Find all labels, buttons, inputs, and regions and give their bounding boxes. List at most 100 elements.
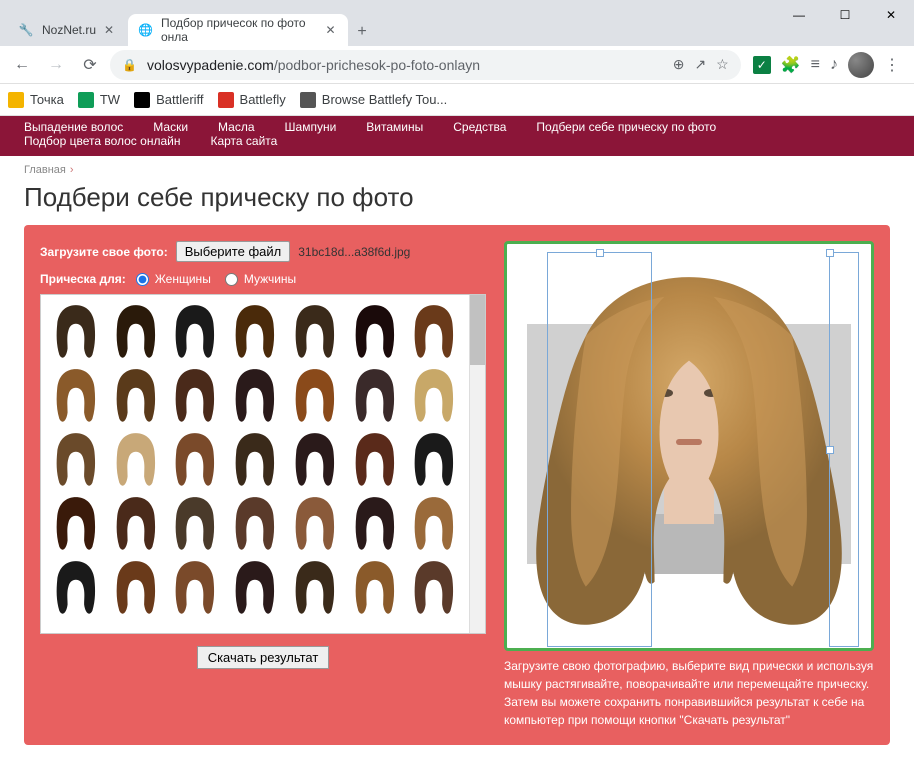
hairstyle-thumbnail[interactable] bbox=[166, 365, 224, 427]
hairstyle-thumbnail[interactable] bbox=[346, 365, 404, 427]
hairstyle-thumbnail[interactable] bbox=[47, 557, 105, 619]
nav-link[interactable]: Маски bbox=[153, 120, 188, 134]
hairstyle-thumbnail[interactable] bbox=[166, 429, 224, 491]
breadcrumb-home[interactable]: Главная bbox=[24, 164, 66, 176]
chevron-right-icon: › bbox=[70, 164, 74, 176]
hairstyle-thumbnail[interactable] bbox=[107, 365, 165, 427]
reload-button[interactable]: ⟳ bbox=[76, 51, 104, 79]
nav-link[interactable]: Выпадение волос bbox=[24, 120, 123, 134]
hairstyle-thumbnail[interactable] bbox=[107, 493, 165, 555]
extension-music-icon[interactable]: ♪ bbox=[830, 56, 838, 74]
profile-avatar[interactable] bbox=[848, 52, 874, 78]
hairstyle-thumbnail[interactable] bbox=[405, 557, 463, 619]
hairstyle-thumbnail[interactable] bbox=[166, 493, 224, 555]
hairstyle-grid bbox=[41, 295, 469, 633]
hairstyle-thumbnail[interactable] bbox=[286, 365, 344, 427]
hairstyle-thumbnail[interactable] bbox=[47, 493, 105, 555]
selection-right[interactable] bbox=[829, 252, 859, 647]
hairstyle-thumbnail[interactable] bbox=[346, 493, 404, 555]
close-window-button[interactable]: ✕ bbox=[868, 0, 914, 30]
maximize-button[interactable]: ☐ bbox=[822, 0, 868, 30]
nav-link[interactable]: Средства bbox=[453, 120, 506, 134]
radio-women[interactable] bbox=[136, 273, 149, 286]
nav-link[interactable]: Шампуни bbox=[285, 120, 337, 134]
instructions-text: Загрузите свою фотографию, выберите вид … bbox=[504, 657, 874, 729]
upload-label: Загрузите свое фото: bbox=[40, 245, 168, 259]
hairstyle-thumbnail[interactable] bbox=[405, 365, 463, 427]
hairstyle-thumbnail[interactable] bbox=[226, 429, 284, 491]
hairstyle-thumbnail[interactable] bbox=[346, 429, 404, 491]
extension-list-icon[interactable]: ≡ bbox=[811, 56, 820, 74]
forward-button[interactable]: → bbox=[42, 51, 70, 79]
nav-link[interactable]: Карта сайта bbox=[210, 134, 277, 148]
close-icon[interactable]: ✕ bbox=[326, 23, 339, 37]
tab-strip: 🔧 NozNet.ru ✕ 🌐 Подбор причесок по фото … bbox=[0, 10, 914, 46]
close-icon[interactable]: ✕ bbox=[104, 23, 118, 37]
hairstyle-thumbnail[interactable] bbox=[107, 557, 165, 619]
bookmarks-bar: Точка TW Battleriff Battlefly Browse Bat… bbox=[0, 84, 914, 116]
label-women[interactable]: Женщины bbox=[155, 272, 211, 286]
search-icon[interactable]: ⊕ bbox=[673, 56, 685, 73]
bookmark-tochka[interactable]: Точка bbox=[8, 92, 64, 108]
hairstyle-thumbnail[interactable] bbox=[107, 301, 165, 363]
hairstyle-thumbnail[interactable] bbox=[286, 493, 344, 555]
radio-men[interactable] bbox=[225, 273, 238, 286]
tab-title: Подбор причесок по фото онла bbox=[161, 16, 318, 44]
hairstyle-thumbnail[interactable] bbox=[405, 493, 463, 555]
back-button[interactable]: ← bbox=[8, 51, 36, 79]
hairstyle-thumbnail[interactable] bbox=[226, 493, 284, 555]
menu-icon[interactable]: ⋮ bbox=[884, 55, 900, 75]
bookmark-battleriff[interactable]: Battleriff bbox=[134, 92, 203, 108]
bookmark-battlefy-tour[interactable]: Browse Battlefy Tou... bbox=[300, 92, 448, 108]
hairstyle-thumbnail[interactable] bbox=[286, 301, 344, 363]
tab-title: NozNet.ru bbox=[42, 23, 96, 37]
hairstyle-thumbnail[interactable] bbox=[405, 429, 463, 491]
preview-canvas[interactable] bbox=[504, 241, 874, 651]
url-path: /podbor-prichesok-po-foto-onlayn bbox=[274, 57, 480, 73]
grid-scrollbar[interactable] bbox=[469, 295, 485, 633]
hairstyle-thumbnail[interactable] bbox=[346, 301, 404, 363]
hairstyle-thumbnail[interactable] bbox=[107, 429, 165, 491]
download-result-button[interactable]: Скачать результат bbox=[197, 646, 330, 669]
hairstyle-thumbnail[interactable] bbox=[47, 365, 105, 427]
hairstyle-thumbnail[interactable] bbox=[47, 429, 105, 491]
extension-puzzle-icon[interactable]: 🧩 bbox=[781, 55, 801, 75]
star-icon[interactable]: ☆ bbox=[716, 56, 729, 73]
label-men[interactable]: Мужчины bbox=[244, 272, 296, 286]
tab-noznet[interactable]: 🔧 NozNet.ru ✕ bbox=[8, 14, 128, 46]
nav-link[interactable]: Подбор цвета волос онлайн bbox=[24, 134, 180, 148]
site-navigation: Выпадение волос Маски Масла Шампуни Витамины… bbox=[0, 116, 914, 156]
wrench-icon: 🔧 bbox=[18, 22, 34, 38]
nav-link[interactable]: Подбери себе прическу по фото bbox=[536, 120, 716, 134]
hairstyle-thumbnail[interactable] bbox=[346, 557, 404, 619]
hairstyle-thumbnail[interactable] bbox=[166, 301, 224, 363]
url-domain: volosvypadenie.com bbox=[147, 57, 274, 73]
scrollbar-thumb[interactable] bbox=[470, 295, 485, 365]
minimize-button[interactable]: — bbox=[776, 0, 822, 30]
bookmark-battlefly[interactable]: Battlefly bbox=[218, 92, 286, 108]
lock-icon: 🔒 bbox=[122, 58, 137, 72]
browser-toolbar: ← → ⟳ 🔒 volosvypadenie.com/podbor-priche… bbox=[0, 46, 914, 84]
address-bar[interactable]: 🔒 volosvypadenie.com/podbor-prichesok-po… bbox=[110, 50, 741, 80]
globe-icon: 🌐 bbox=[138, 22, 153, 38]
hairstyle-thumbnail[interactable] bbox=[166, 557, 224, 619]
hairstyle-thumbnail[interactable] bbox=[286, 557, 344, 619]
bookmark-tw[interactable]: TW bbox=[78, 92, 120, 108]
hairstyle-thumbnail[interactable] bbox=[47, 301, 105, 363]
hairstyle-thumbnail[interactable] bbox=[226, 365, 284, 427]
breadcrumb: Главная › bbox=[24, 164, 890, 176]
hairstyle-thumbnail[interactable] bbox=[226, 557, 284, 619]
nav-link[interactable]: Масла bbox=[218, 120, 254, 134]
extension-check-icon[interactable]: ✓ bbox=[753, 56, 771, 74]
tab-hairstyle[interactable]: 🌐 Подбор причесок по фото онла ✕ bbox=[128, 14, 348, 46]
selection-left[interactable] bbox=[547, 252, 652, 647]
nav-link[interactable]: Витамины bbox=[366, 120, 423, 134]
choose-file-button[interactable]: Выберите файл bbox=[176, 241, 290, 262]
hairstyle-thumbnail[interactable] bbox=[226, 301, 284, 363]
page-title: Подбери себе прическу по фото bbox=[24, 182, 890, 213]
gender-label: Прическа для: bbox=[40, 272, 126, 286]
hairstyle-thumbnail[interactable] bbox=[286, 429, 344, 491]
new-tab-button[interactable]: + bbox=[348, 18, 376, 46]
share-icon[interactable]: ↗ bbox=[694, 56, 706, 73]
hairstyle-thumbnail[interactable] bbox=[405, 301, 463, 363]
